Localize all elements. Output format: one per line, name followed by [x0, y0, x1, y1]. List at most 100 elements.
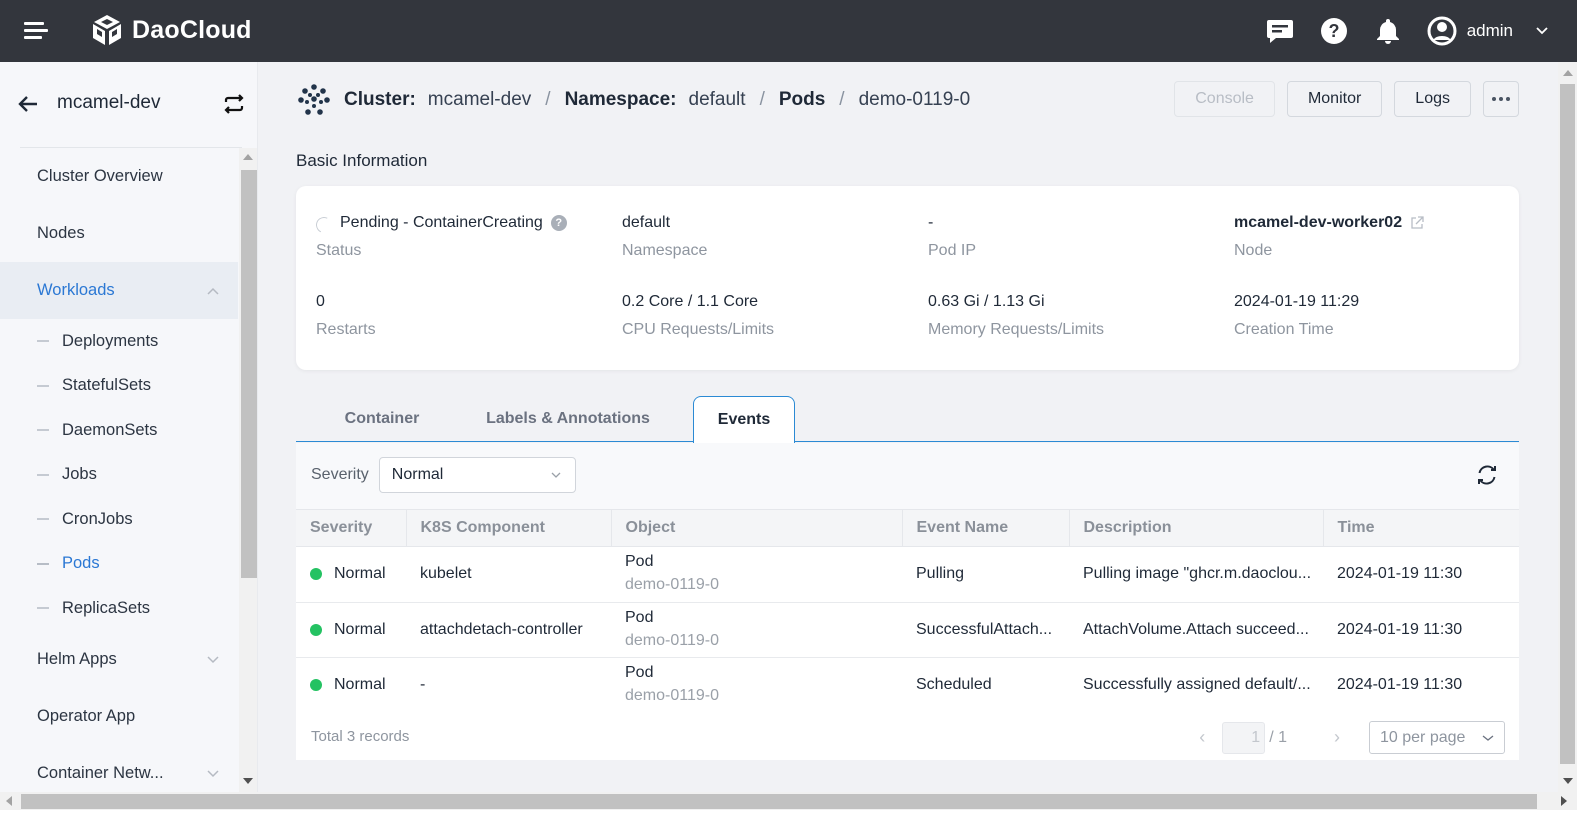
sidebar-item-cronjobs[interactable]: CronJobs: [0, 497, 238, 542]
chat-icon[interactable]: [1265, 16, 1295, 46]
tab-container[interactable]: Container: [316, 396, 448, 442]
sidebar-item-deployments[interactable]: Deployments: [0, 319, 238, 364]
total-records: Total 3 records: [311, 728, 410, 745]
page-input[interactable]: 1: [1222, 721, 1266, 754]
main-content: Cluster: mcamel-dev / Namespace: default…: [258, 62, 1558, 792]
switch-cluster-icon[interactable]: [222, 92, 246, 116]
scrollbar-thumb[interactable]: [1560, 84, 1575, 764]
chevron-down-icon: [207, 655, 219, 663]
severity-filter-label: Severity: [311, 466, 369, 483]
breadcrumb-cluster[interactable]: mcamel-dev: [428, 89, 531, 111]
svg-text:?: ?: [1328, 21, 1339, 41]
severity-select[interactable]: Normal: [378, 457, 576, 493]
breadcrumb-namespace[interactable]: default: [689, 89, 746, 111]
event-name-cell: Scheduled: [902, 657, 1069, 714]
severity-cell: Normal: [334, 676, 386, 694]
loading-spinner-icon: [313, 214, 335, 235]
node-label: Node: [1234, 242, 1273, 259]
sidebar-scrollbar[interactable]: [239, 148, 257, 792]
object-name: demo-0119-0: [625, 631, 719, 649]
sidebar-item-label: Helm Apps: [37, 649, 117, 668]
object-kind: Pod: [625, 553, 654, 571]
breadcrumb-pods[interactable]: Pods: [779, 89, 825, 111]
logo[interactable]: DaoCloud: [90, 13, 252, 47]
sidebar-item-container-network[interactable]: Container Netw...: [0, 745, 238, 793]
status-dot-icon: [310, 623, 322, 636]
scroll-down-arrow[interactable]: [1563, 778, 1573, 784]
user-avatar-icon: [1427, 16, 1457, 46]
sidebar-item-statefulsets[interactable]: StatefulSets: [0, 364, 238, 409]
column-header: Description: [1068, 509, 1323, 547]
object-kind: Pod: [625, 608, 654, 626]
namespace-value: default: [622, 214, 671, 231]
console-button[interactable]: Console: [1174, 81, 1275, 117]
sidebar-item-workloads[interactable]: Workloads: [0, 262, 238, 319]
column-header: Time: [1322, 509, 1519, 547]
scrollbar-thumb[interactable]: [21, 794, 1537, 809]
sidebar-item-label: CronJobs: [62, 509, 133, 528]
pod-ip-value: -: [928, 214, 934, 231]
description-cell: Successfully assigned default/...: [1069, 657, 1323, 714]
pod-icon: [298, 84, 330, 115]
menu-icon[interactable]: [22, 19, 48, 43]
table-row: Normal - Pod demo-0119-0 Scheduled Succes…: [296, 657, 1519, 714]
user-menu[interactable]: admin: [1427, 16, 1549, 46]
events-panel: Severity Normal Severity K8S Component O…: [296, 443, 1519, 760]
basic-info-card: Pending - ContainerCreating ? Status def…: [296, 186, 1519, 370]
scroll-right-arrow[interactable]: [1561, 796, 1567, 806]
help-icon[interactable]: ?: [550, 215, 567, 231]
sidebar-item-pods[interactable]: Pods: [0, 542, 238, 587]
scroll-up-arrow[interactable]: [1563, 70, 1573, 76]
scroll-up-arrow[interactable]: [243, 154, 253, 160]
tab-bar: Container Labels & Annotations Events: [296, 396, 1519, 444]
sidebar-item-jobs[interactable]: Jobs: [0, 453, 238, 498]
description-cell: Pulling image "ghcr.m.daoclou...: [1069, 546, 1323, 603]
bell-icon[interactable]: [1373, 16, 1403, 46]
page-scrollbar[interactable]: [1558, 62, 1577, 792]
restarts-label: Restarts: [316, 321, 376, 338]
refresh-icon[interactable]: [1475, 463, 1499, 487]
pod-ip-label: Pod IP: [928, 242, 977, 259]
more-icon: [1492, 97, 1510, 101]
next-page-button[interactable]: ›: [1327, 727, 1347, 748]
namespace-label: Namespace: [622, 242, 708, 259]
top-bar: DaoCloud ? admin: [0, 0, 1577, 62]
sidebar-item-helm-apps[interactable]: Helm Apps: [0, 631, 238, 688]
back-arrow-icon[interactable]: [16, 92, 40, 116]
page-size-select[interactable]: 10 per page: [1369, 721, 1505, 754]
daocloud-logo-icon: [93, 15, 121, 45]
scroll-left-arrow[interactable]: [6, 796, 12, 806]
sidebar-item-operator-app[interactable]: Operator App: [0, 688, 238, 745]
component-cell: -: [406, 657, 611, 714]
logs-button[interactable]: Logs: [1394, 81, 1471, 117]
info-creation-time: 2024-01-19 11:29 Creation Time: [1234, 291, 1359, 339]
severity-cell: Normal: [334, 620, 386, 638]
sidebar-item-replicasets[interactable]: ReplicaSets: [0, 586, 238, 631]
sidebar-item-daemonsets[interactable]: DaemonSets: [0, 408, 238, 453]
breadcrumb-namespace-label: Namespace:: [564, 89, 677, 110]
tab-events[interactable]: Events: [693, 396, 795, 444]
object-kind: Pod: [625, 664, 654, 682]
time-cell: 2024-01-19 11:30: [1323, 546, 1519, 603]
chevron-down-icon: [551, 472, 561, 478]
prev-page-button[interactable]: ‹: [1192, 727, 1212, 748]
horizontal-scrollbar[interactable]: [0, 792, 1577, 810]
scrollbar-thumb[interactable]: [241, 170, 257, 578]
page-total: / 1: [1269, 728, 1287, 746]
sidebar-item-label: Container Netw...: [37, 763, 164, 782]
more-actions-button[interactable]: [1483, 81, 1519, 117]
sidebar-item-label: Workloads: [37, 281, 115, 299]
tab-labels-annotations[interactable]: Labels & Annotations: [468, 396, 668, 442]
table-row: Normal attachdetach-controller Pod demo-0…: [296, 602, 1519, 658]
scroll-down-arrow[interactable]: [243, 778, 253, 784]
node-link[interactable]: mcamel-dev-worker02: [1234, 214, 1402, 232]
sidebar-item-nodes[interactable]: Nodes: [0, 205, 238, 262]
sidebar-nav: Cluster Overview Nodes Workloads Deploym…: [0, 148, 238, 792]
breadcrumb-separator: /: [839, 89, 845, 110]
events-table: Severity K8S Component Object Event Name…: [296, 509, 1519, 714]
external-link-icon[interactable]: [1410, 216, 1424, 230]
monitor-button[interactable]: Monitor: [1286, 81, 1383, 117]
memory-label: Memory Requests/Limits: [928, 321, 1105, 338]
help-icon[interactable]: ?: [1319, 16, 1349, 46]
sidebar-item-cluster-overview[interactable]: Cluster Overview: [0, 148, 238, 205]
